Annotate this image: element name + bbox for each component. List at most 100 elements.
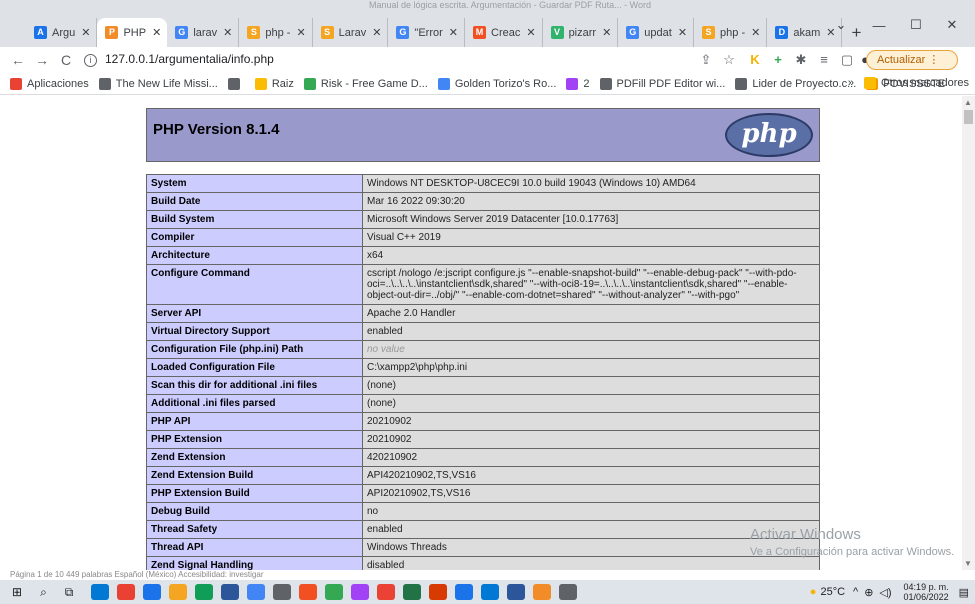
tab-close-icon[interactable]: ✕ bbox=[81, 26, 90, 39]
tab-close-icon[interactable]: ✕ bbox=[449, 26, 458, 39]
taskbar-app-icon[interactable] bbox=[455, 584, 474, 600]
row-value: no value bbox=[362, 340, 820, 359]
taskbar-app-icon[interactable] bbox=[221, 584, 240, 600]
row-value: Apache 2.0 Handler bbox=[362, 304, 820, 323]
tab-close-icon[interactable]: ✕ bbox=[372, 26, 381, 39]
php-version-header: PHP Version 8.1.4 php bbox=[146, 108, 820, 162]
bookmark-item[interactable]: The New Life Missi... bbox=[98, 77, 218, 90]
volume-icon[interactable]: ◁) bbox=[879, 586, 891, 599]
row-value: 20210902 bbox=[362, 412, 820, 431]
bookmark-label: Aplicaciones bbox=[27, 77, 89, 90]
taskbar-app-icon[interactable] bbox=[429, 584, 448, 600]
extension-plus-icon[interactable]: + bbox=[769, 51, 787, 69]
scroll-down-arrow-icon[interactable]: ▼ bbox=[964, 559, 972, 568]
tab-close-icon[interactable]: ✕ bbox=[678, 26, 687, 39]
weather-icon[interactable]: ● bbox=[810, 586, 817, 598]
row-key: PHP Extension Build bbox=[146, 484, 363, 503]
taskbar-app-icon[interactable] bbox=[403, 584, 422, 600]
tab-3[interactable]: Sphp - ✕ bbox=[239, 18, 313, 47]
row-value: API20210902,TS,VS16 bbox=[362, 484, 820, 503]
taskbar-app-icon[interactable] bbox=[195, 584, 214, 600]
bookmark-label: PDFill PDF Editor wi... bbox=[616, 77, 726, 90]
extensions-puzzle-icon[interactable]: ✱ bbox=[792, 51, 810, 69]
taskbar-app-icon[interactable] bbox=[559, 584, 578, 600]
url-text: 127.0.0.1/argumentalia/info.php bbox=[105, 52, 274, 66]
row-value: Visual C++ 2019 bbox=[362, 228, 820, 247]
share-icon[interactable]: ⇪ bbox=[697, 51, 715, 69]
scroll-up-arrow-icon[interactable]: ▲ bbox=[964, 98, 972, 107]
tab-7[interactable]: Vpizarr ✕ bbox=[543, 18, 619, 47]
taskbar-app-icon[interactable] bbox=[325, 584, 344, 600]
page-content: PHP Version 8.1.4 php System Windows NT D… bbox=[0, 96, 962, 570]
taskbar-app-icon[interactable] bbox=[273, 584, 292, 600]
table-row: PHP API 20210902 bbox=[146, 412, 820, 431]
taskbar-app-icon[interactable] bbox=[91, 584, 110, 600]
reload-button[interactable]: C bbox=[56, 50, 76, 70]
row-value: cscript /nologo /e:jscript configure.js … bbox=[362, 264, 820, 305]
search-icon[interactable]: ⌕ bbox=[40, 585, 47, 600]
notifications-icon[interactable]: ▤ bbox=[959, 586, 969, 599]
php-logo[interactable]: php bbox=[725, 113, 813, 157]
tab-close-icon[interactable]: ✕ bbox=[526, 26, 535, 39]
tab-2[interactable]: Glarav ✕ bbox=[167, 18, 240, 47]
tab-close-icon[interactable]: ✕ bbox=[296, 26, 305, 39]
taskbar-app-icon[interactable] bbox=[507, 584, 526, 600]
vertical-scrollbar[interactable]: ▲ ▼ bbox=[962, 96, 975, 570]
tab-0[interactable]: A Argu ✕ bbox=[26, 18, 98, 47]
tab-close-icon[interactable]: ✕ bbox=[602, 26, 611, 39]
bookmark-item[interactable]: 2 bbox=[566, 77, 590, 90]
bookmark-item[interactable]: Lider de Proyecto.c... bbox=[735, 77, 856, 90]
taskbar-app-icon[interactable] bbox=[377, 584, 396, 600]
tab-5[interactable]: G "Error ✕ bbox=[388, 18, 465, 47]
taskbar-app-icon[interactable] bbox=[299, 584, 318, 600]
bookmark-item[interactable]: Aplicaciones bbox=[10, 77, 89, 90]
row-value: API420210902,TS,VS16 bbox=[362, 466, 820, 485]
tab-close-icon[interactable]: ✕ bbox=[751, 26, 760, 39]
tab-favicon-icon: S bbox=[247, 26, 261, 39]
tab-label: PHP bbox=[123, 26, 147, 39]
table-row: Build System Microsoft Windows Server 201… bbox=[146, 210, 820, 229]
tab-1[interactable]: P PHP ✕ bbox=[97, 18, 168, 47]
other-bookmarks-link[interactable]: Otros marcadores bbox=[881, 77, 969, 89]
tab-6[interactable]: M Creac ✕ bbox=[465, 18, 543, 47]
bookmark-item[interactable]: Golden Torizo's Ro... bbox=[437, 77, 556, 90]
bookmark-item[interactable] bbox=[227, 77, 245, 90]
system-clock[interactable]: 04:19 p. m. 01/06/2022 bbox=[904, 582, 949, 602]
task-view-icon[interactable]: ⧉ bbox=[65, 585, 74, 600]
taskbar-app-icon[interactable] bbox=[351, 584, 370, 600]
forward-button[interactable]: → bbox=[32, 50, 52, 70]
taskbar-app-icon[interactable] bbox=[533, 584, 552, 600]
tab-close-icon[interactable]: ✕ bbox=[152, 26, 161, 39]
network-icon[interactable]: ⊕ bbox=[864, 586, 873, 599]
watermark-subtitle: Ve a Configuración para activar Windows. bbox=[750, 546, 955, 558]
update-chrome-button[interactable]: Actualizar ⋮ bbox=[866, 50, 958, 70]
back-button[interactable]: ← bbox=[8, 50, 28, 70]
site-info-icon[interactable]: i bbox=[84, 54, 97, 67]
tray-chevron-icon[interactable]: ^ bbox=[853, 586, 858, 598]
address-bar[interactable]: i 127.0.0.1/argumentalia/info.php bbox=[84, 52, 274, 67]
row-value: Microsoft Windows Server 2019 Datacenter… bbox=[362, 210, 820, 229]
bookmark-star-icon[interactable]: ☆ bbox=[720, 51, 738, 69]
bookmarks-overflow-button[interactable]: » bbox=[848, 77, 854, 89]
row-key: Debug Build bbox=[146, 502, 363, 521]
bookmark-item[interactable]: PDFill PDF Editor wi... bbox=[599, 77, 726, 90]
tab-4[interactable]: S Larav ✕ bbox=[313, 18, 389, 47]
taskbar-app-icon[interactable] bbox=[143, 584, 162, 600]
extension-icon[interactable]: K bbox=[746, 51, 764, 69]
scrollbar-thumb[interactable] bbox=[964, 110, 973, 124]
taskbar-app-icon[interactable] bbox=[169, 584, 188, 600]
tab-8[interactable]: Gupdat ✕ bbox=[618, 18, 695, 47]
tab-9[interactable]: Sphp - ✕ bbox=[694, 18, 768, 47]
reading-list-icon[interactable]: ≡ bbox=[815, 51, 833, 69]
taskbar-app-icon[interactable] bbox=[247, 584, 266, 600]
side-panel-icon[interactable]: ▢ bbox=[838, 51, 856, 69]
tab-close-icon[interactable]: ✕ bbox=[223, 26, 232, 39]
taskbar-app-icon[interactable] bbox=[481, 584, 500, 600]
taskbar-app-icon[interactable] bbox=[117, 584, 136, 600]
windows-start-icon[interactable]: ⊞ bbox=[12, 585, 22, 599]
close-window-button[interactable]: ✕ bbox=[929, 14, 975, 36]
bookmark-item[interactable]: Raiz bbox=[254, 77, 294, 90]
weather-temp[interactable]: 25°C bbox=[820, 586, 845, 598]
row-key: Architecture bbox=[146, 246, 363, 265]
bookmark-item[interactable]: Risk - Free Game D... bbox=[303, 77, 428, 90]
